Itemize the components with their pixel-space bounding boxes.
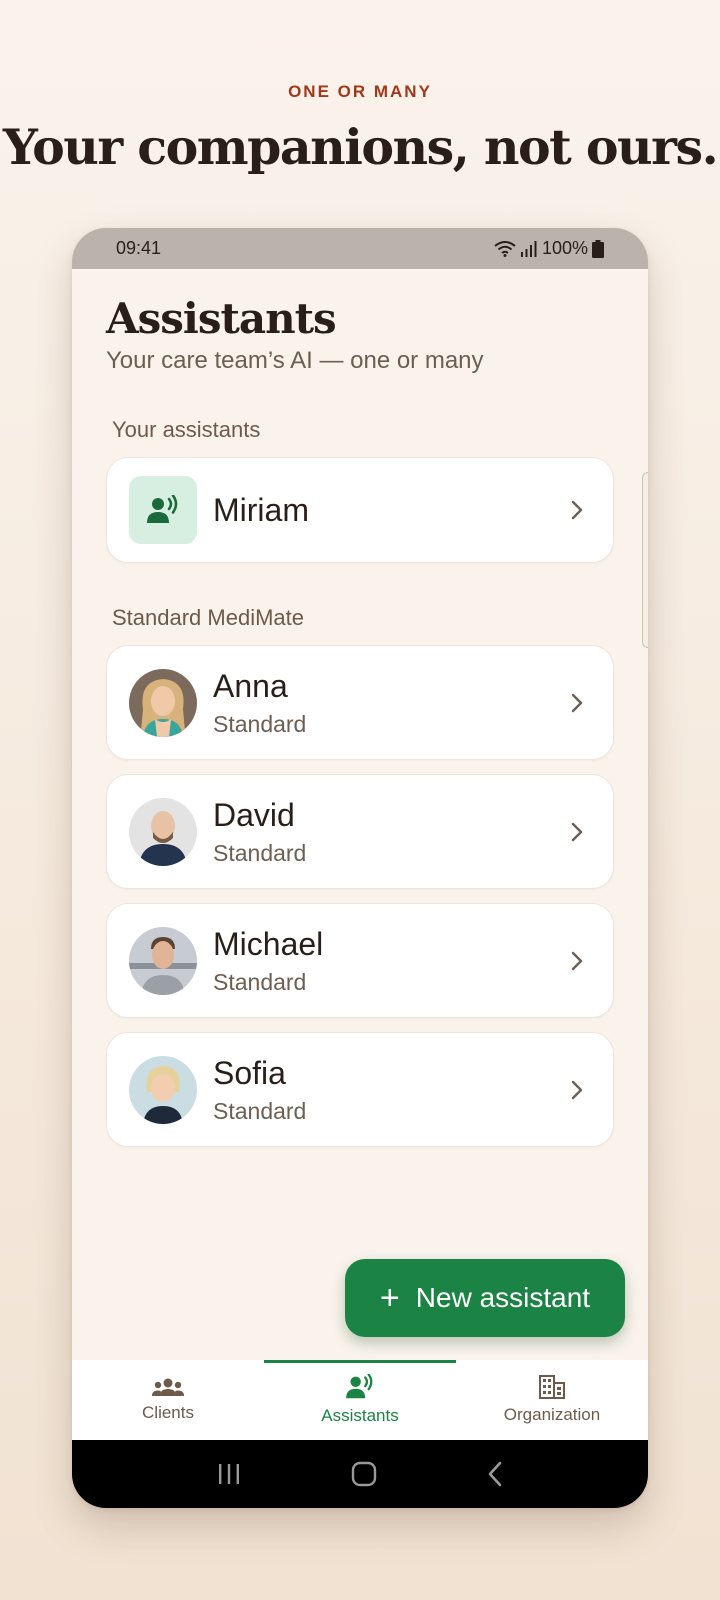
assistants-screen: Assistants Your care team’s AI — one or … bbox=[72, 269, 648, 1147]
battery-percent: 100% bbox=[541, 238, 588, 258]
assistant-type: Standard bbox=[213, 1098, 307, 1124]
assistant-name: Anna bbox=[213, 668, 288, 704]
voice-user-icon bbox=[346, 1374, 373, 1399]
avatar bbox=[129, 926, 197, 995]
chevron-right-icon bbox=[571, 1080, 583, 1099]
chevron-right-icon bbox=[571, 822, 583, 841]
eyebrow-text: ONE OR MANY bbox=[288, 82, 432, 101]
assistant-name: Sofia bbox=[213, 1055, 286, 1091]
battery-icon bbox=[592, 239, 604, 258]
phone-frame: 09:41 100% Assistants Your care team’s A… bbox=[72, 228, 648, 1508]
wifi-icon bbox=[494, 240, 516, 257]
home-icon[interactable] bbox=[351, 1461, 377, 1487]
status-time: 09:41 bbox=[116, 238, 162, 258]
nav-label: Organization bbox=[503, 1405, 601, 1424]
chevron-right-icon bbox=[571, 951, 583, 970]
page-title: Assistants bbox=[106, 294, 337, 343]
scrollbar[interactable] bbox=[642, 472, 648, 648]
assistant-card-sofia[interactable]: Sofia Standard bbox=[106, 1032, 614, 1147]
nav-label: Clients bbox=[142, 1403, 194, 1422]
chevron-right-icon bbox=[571, 693, 583, 712]
section-label-standard: Standard MediMate bbox=[112, 605, 304, 630]
system-nav-bar bbox=[72, 1440, 648, 1508]
section-label-your-assistants: Your assistants bbox=[112, 417, 261, 442]
plus-icon: + bbox=[379, 1279, 400, 1317]
nav-tab-assistants[interactable]: Assistants bbox=[264, 1360, 456, 1440]
assistant-card-david[interactable]: David Standard bbox=[106, 774, 614, 889]
assistant-name: Michael bbox=[213, 926, 324, 962]
avatar bbox=[129, 797, 197, 866]
avatar bbox=[129, 668, 197, 737]
assistant-card-miriam[interactable]: Miriam bbox=[106, 457, 614, 563]
new-assistant-button[interactable]: + New assistant bbox=[345, 1259, 625, 1337]
nav-label: Assistants bbox=[321, 1406, 399, 1425]
recent-apps-icon[interactable] bbox=[217, 1463, 241, 1485]
assistant-name: David bbox=[213, 797, 295, 833]
status-indicators: 100% bbox=[494, 238, 604, 259]
new-assistant-label: New assistant bbox=[415, 1282, 591, 1313]
headline: Your companions, not ours. bbox=[2, 118, 719, 176]
assistant-card-anna[interactable]: Anna Standard bbox=[106, 645, 614, 760]
building-icon bbox=[539, 1375, 565, 1399]
status-bar: 09:41 100% bbox=[72, 228, 648, 269]
voice-user-icon bbox=[129, 476, 197, 544]
chevron-right-icon bbox=[571, 500, 583, 520]
assistant-name: Miriam bbox=[213, 492, 309, 528]
signal-icon bbox=[520, 240, 537, 257]
assistant-type: Standard bbox=[213, 969, 307, 995]
back-icon[interactable] bbox=[487, 1461, 503, 1487]
avatar bbox=[129, 1055, 197, 1124]
assistant-card-michael[interactable]: Michael Standard bbox=[106, 903, 614, 1018]
people-icon bbox=[152, 1378, 184, 1396]
page-subtitle: Your care team’s AI — one or many bbox=[106, 347, 484, 374]
nav-tab-organization[interactable]: Organization bbox=[456, 1360, 648, 1440]
assistant-type: Standard bbox=[213, 840, 307, 866]
bottom-nav: Clients Assistants Organization bbox=[72, 1360, 648, 1440]
nav-tab-clients[interactable]: Clients bbox=[72, 1360, 264, 1440]
assistant-type: Standard bbox=[213, 711, 307, 737]
